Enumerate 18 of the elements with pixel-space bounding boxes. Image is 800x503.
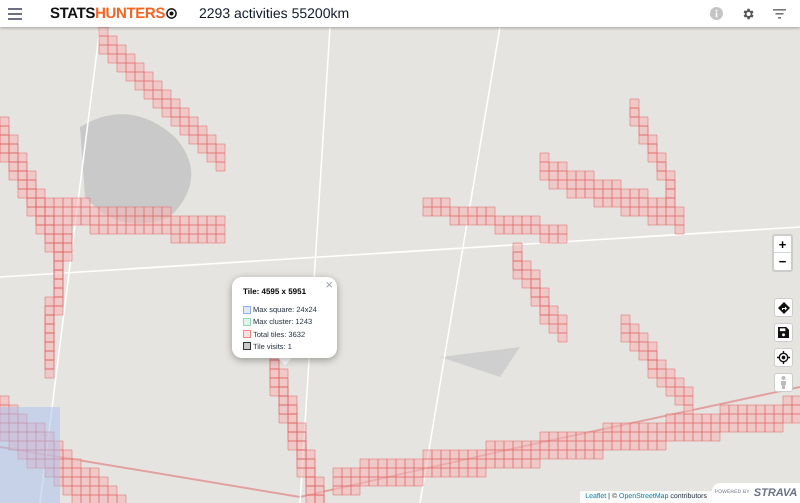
settings-icon[interactable] (741, 6, 755, 20)
strava-logo: STRAVA (754, 486, 798, 501)
logo-text: STATS (50, 5, 96, 22)
tile-title: Tile: 4595 x 5951 (243, 286, 308, 298)
filter-icon[interactable] (773, 8, 786, 18)
person-icon (780, 376, 787, 389)
directions-button[interactable] (774, 298, 793, 317)
crosshair-icon (777, 351, 790, 364)
menu-button[interactable] (8, 8, 22, 20)
activity-summary: 2293 activities 55200km (198, 4, 350, 23)
target-icon (166, 8, 177, 19)
close-button[interactable]: × (325, 278, 333, 291)
zoom-in-button[interactable]: + (774, 236, 791, 253)
locate-button[interactable] (774, 348, 793, 367)
save-button[interactable] (774, 323, 793, 342)
logo-text: HUNTERS (95, 5, 165, 22)
zoom-out-button[interactable]: − (774, 253, 791, 270)
diamond-arrow-icon (778, 302, 790, 314)
